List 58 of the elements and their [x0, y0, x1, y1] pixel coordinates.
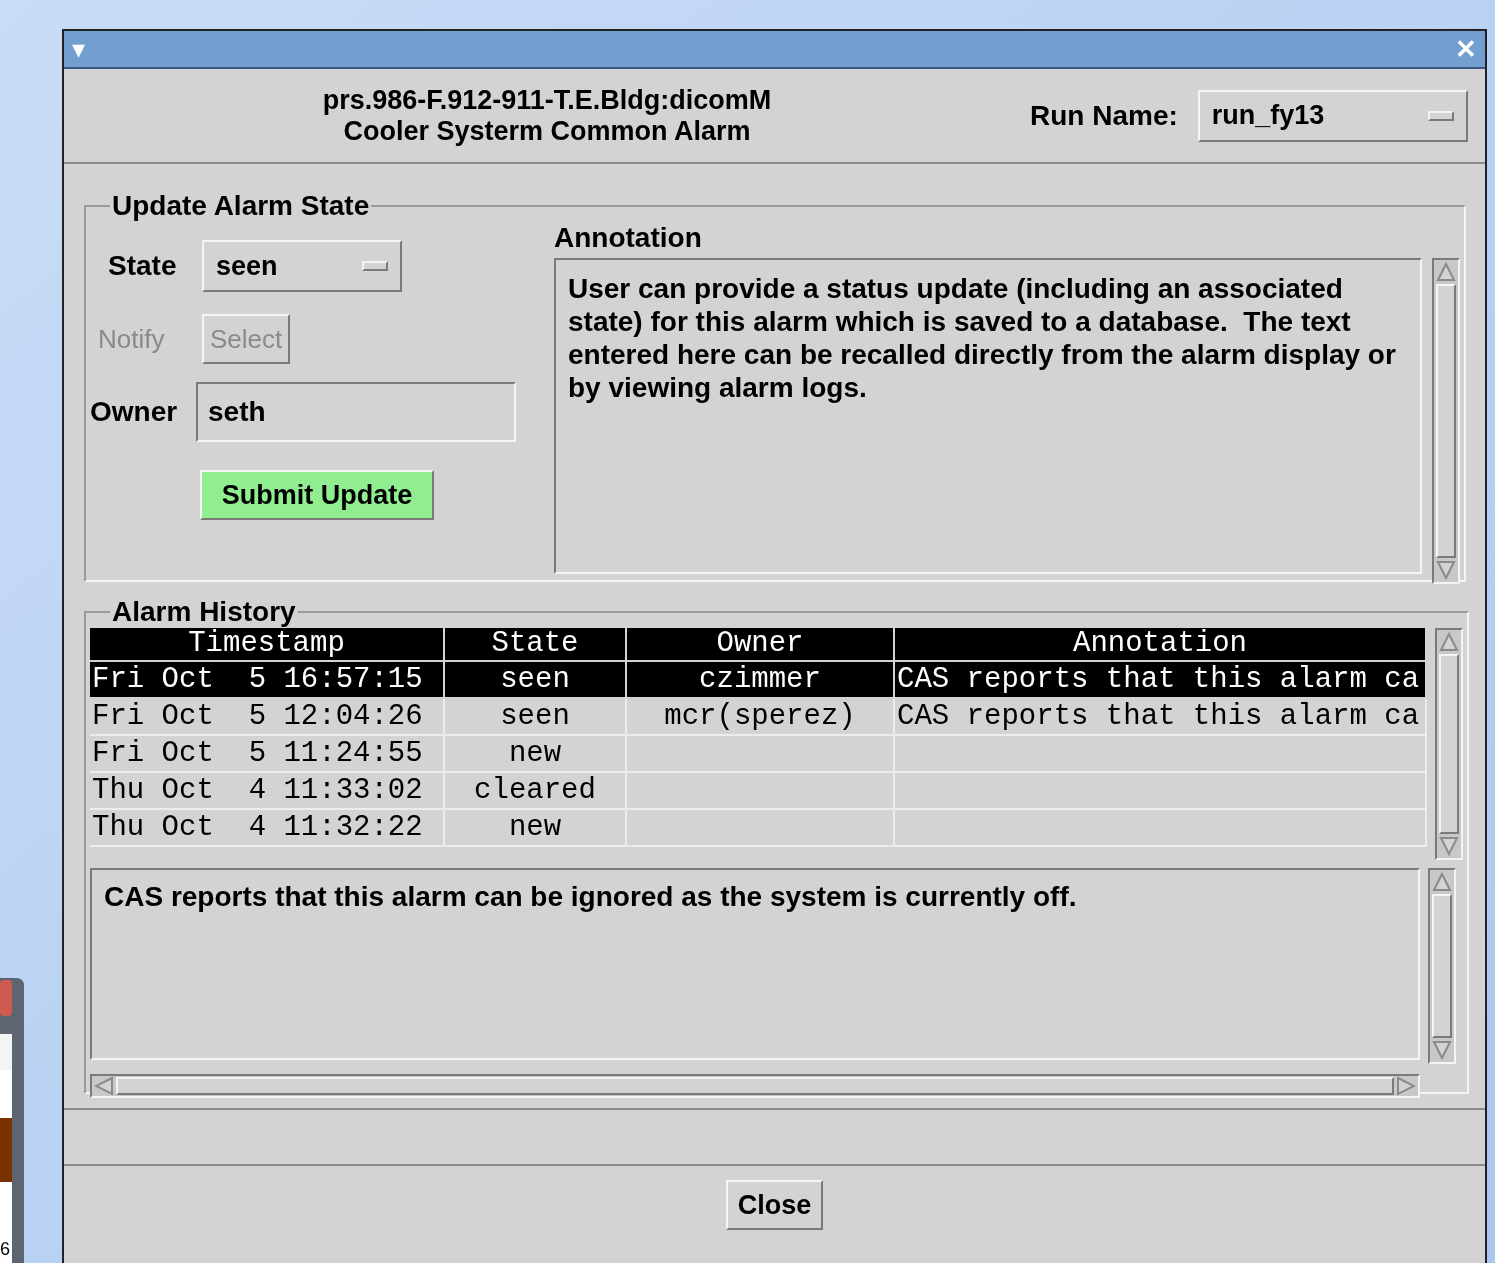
vertical-scrollbar[interactable] — [1428, 868, 1456, 1064]
history-row[interactable]: Fri Oct 5 11:24:55 new — [90, 736, 1427, 773]
down-arrow-icon[interactable] — [1439, 836, 1459, 856]
submit-update-button[interactable]: Submit Update — [200, 470, 434, 520]
table-cell: seen — [445, 699, 627, 734]
table-cell: CAS reports that this alarm ca — [895, 699, 1427, 734]
history-row[interactable]: Fri Oct 5 16:57:15 seen czimmer CAS reports that this alarm ca — [90, 662, 1427, 699]
dropdown[interactable]: seen — [202, 240, 402, 292]
left-arrow-icon[interactable] — [94, 1076, 114, 1096]
table-cell: seen — [445, 662, 627, 697]
right-arrow-icon[interactable] — [1396, 1076, 1416, 1096]
column-header[interactable]: Timestamp — [90, 628, 445, 660]
dropdown[interactable]: run_fy13 — [1197, 89, 1468, 142]
up-arrow-icon[interactable] — [1439, 632, 1459, 652]
close-dialog-button[interactable]: Close — [725, 1180, 824, 1230]
owner-field[interactable]: seth — [196, 382, 516, 442]
down-arrow-icon[interactable] — [1432, 1040, 1452, 1060]
history-row[interactable]: Thu Oct 4 11:32:22 new — [90, 810, 1427, 847]
annotation-text-area[interactable]: User can provide a status update (including an associated state) for this alarm which is saved to a database. The text entered here can be recalled directly from the alarm display or by viewing alarm logs. — [554, 258, 1422, 574]
table-cell: Thu Oct 4 11:33:02 — [90, 773, 445, 808]
scrollbar-thumb[interactable] — [1439, 654, 1459, 834]
table-cell: Thu Oct 4 11:32:22 — [90, 810, 445, 845]
state-label: State — [107, 249, 178, 283]
table-cell: new — [445, 736, 627, 771]
scrollbar-thumb[interactable] — [116, 1077, 1394, 1095]
column-header[interactable]: State — [445, 628, 627, 660]
dropdown-icon — [1427, 110, 1454, 121]
dropdown-icon — [362, 261, 388, 271]
table-cell: Fri Oct 5 11:24:55 — [90, 736, 445, 771]
window-fragment-text: 6 — [0, 1238, 10, 1260]
table-cell: czimmer — [627, 662, 895, 697]
column-header[interactable]: Annotation — [895, 628, 1427, 660]
alarm-title: Cooler Systerm Common Alarm — [343, 115, 751, 147]
alarm-title: prs.986-F.912-911-T.E.Bldg:dicomM — [322, 84, 772, 116]
vertical-scrollbar[interactable] — [1435, 628, 1463, 860]
owner-label: Owner — [90, 395, 179, 429]
up-arrow-icon[interactable] — [1432, 872, 1452, 892]
up-arrow-icon[interactable] — [1436, 262, 1456, 282]
down-arrow-icon[interactable] — [1436, 560, 1456, 580]
run-name-label: Run Name: — [1030, 98, 1178, 133]
annotation-label: Annotation — [554, 222, 703, 254]
table-cell: CAS reports that this alarm ca — [895, 662, 1427, 697]
scrollbar-thumb[interactable] — [1432, 894, 1452, 1038]
notify-label: Notify — [97, 322, 166, 356]
group-title: Alarm History — [111, 596, 297, 628]
column-header[interactable]: Owner — [627, 628, 895, 660]
table-cell: new — [445, 810, 627, 845]
vertical-scrollbar[interactable] — [1432, 258, 1460, 584]
scrollbar-thumb[interactable] — [1436, 284, 1456, 558]
table-cell: mcr(sperez) — [627, 699, 895, 734]
history-row[interactable]: Fri Oct 5 12:04:26 seen mcr(sperez) CAS reports that this alarm ca — [90, 699, 1427, 736]
table-cell: Fri Oct 5 16:57:15 — [90, 662, 445, 697]
table-cell: Fri Oct 5 12:04:26 — [90, 699, 445, 734]
history-row[interactable]: Thu Oct 4 11:33:02 cleared — [90, 773, 1427, 810]
horizontal-scrollbar[interactable] — [90, 1074, 1420, 1098]
group-title: Update Alarm State — [111, 190, 371, 222]
detail-text-area[interactable]: CAS reports that this alarm can be ignored as the system is currently off. — [90, 868, 1420, 1060]
table-cell: cleared — [445, 773, 627, 808]
